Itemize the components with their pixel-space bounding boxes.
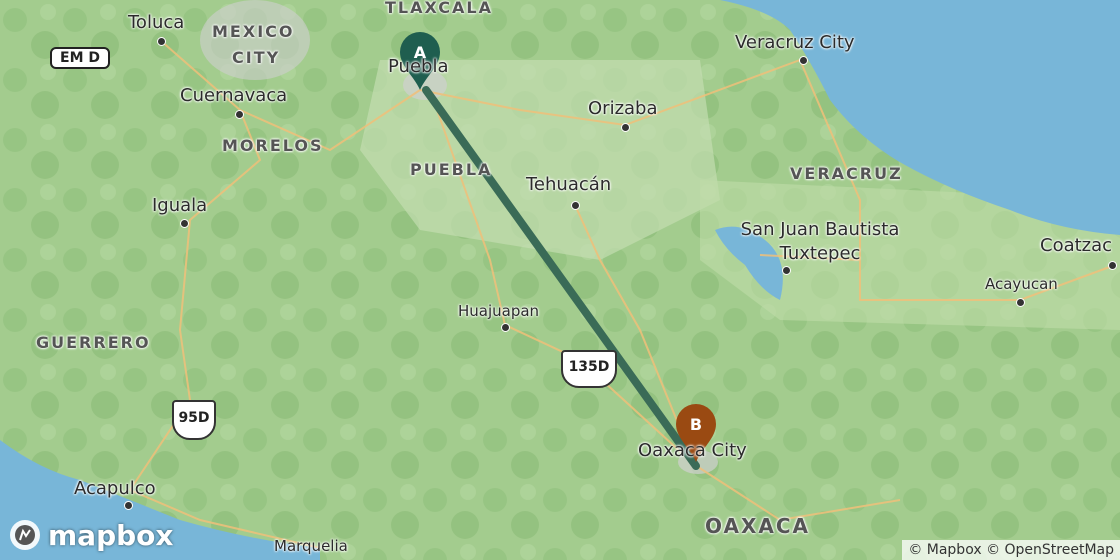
map-canvas[interactable]: A B TLAXCALA MEXICO CITY MORELOS PUEBLA … bbox=[0, 0, 1120, 560]
mapbox-logo-text: mapbox bbox=[48, 518, 174, 552]
city-label-oaxaca-city: Oaxaca City bbox=[638, 440, 747, 461]
city-label-iguala: Iguala bbox=[152, 195, 208, 216]
city-label-huajuapan: Huajuapan bbox=[458, 302, 540, 320]
highway-shield-135d: 135D bbox=[561, 350, 617, 388]
highway-shield-95d: 95D bbox=[172, 400, 216, 440]
city-label-cuernavaca: Cuernavaca bbox=[180, 85, 288, 106]
region-label-oaxaca: OAXACA bbox=[705, 514, 810, 538]
mapbox-logo[interactable]: mapbox bbox=[8, 518, 173, 552]
city-label-acayucan: Acayucan bbox=[985, 275, 1058, 293]
city-dot-huajuapan bbox=[501, 323, 510, 332]
city-label-tehuacan: Tehuacán bbox=[526, 174, 612, 195]
city-dot-toluca bbox=[157, 37, 166, 46]
city-dot-orizaba bbox=[621, 123, 630, 132]
city-label-orizaba: Orizaba bbox=[588, 98, 658, 119]
region-label-tlaxcala: TLAXCALA bbox=[385, 0, 493, 17]
city-label-toluca: Toluca bbox=[128, 12, 185, 33]
city-dot-acayucan bbox=[1016, 298, 1025, 307]
city-label-coatzac: Coatzac bbox=[1040, 235, 1113, 256]
region-label-puebla: PUEBLA bbox=[410, 160, 493, 179]
city-dot-veracruz-city bbox=[799, 56, 808, 65]
city-dot-acapulco bbox=[124, 501, 133, 510]
city-label-puebla: Puebla bbox=[388, 56, 449, 77]
city-label-marquelia: Marquelia bbox=[274, 537, 348, 555]
region-label-veracruz: VERACRUZ bbox=[790, 164, 903, 183]
region-label-city: CITY bbox=[232, 48, 281, 67]
city-dot-tuxtepec bbox=[782, 266, 791, 275]
city-label-acapulco: Acapulco bbox=[74, 478, 156, 499]
city-label-veracruz-city: Veracruz City bbox=[735, 32, 855, 53]
city-dot-cuernavaca bbox=[235, 110, 244, 119]
region-label-guerrero: GUERRERO bbox=[36, 333, 151, 352]
map-background: A B bbox=[0, 0, 1120, 560]
city-dot-iguala bbox=[180, 219, 189, 228]
city-label-tuxtepec: San Juan Bautista Tuxtepec bbox=[740, 219, 900, 264]
city-dot-coatzac bbox=[1108, 261, 1117, 270]
marker-b-label: B bbox=[690, 415, 702, 434]
highway-shield-em-d: EM D bbox=[50, 47, 110, 69]
region-label-morelos: MORELOS bbox=[222, 136, 324, 155]
city-dot-tehuacan bbox=[571, 201, 580, 210]
map-attribution[interactable]: © Mapbox © OpenStreetMap bbox=[902, 540, 1120, 560]
mapbox-logo-icon bbox=[10, 520, 40, 550]
region-label-mexico: MEXICO bbox=[212, 22, 295, 41]
